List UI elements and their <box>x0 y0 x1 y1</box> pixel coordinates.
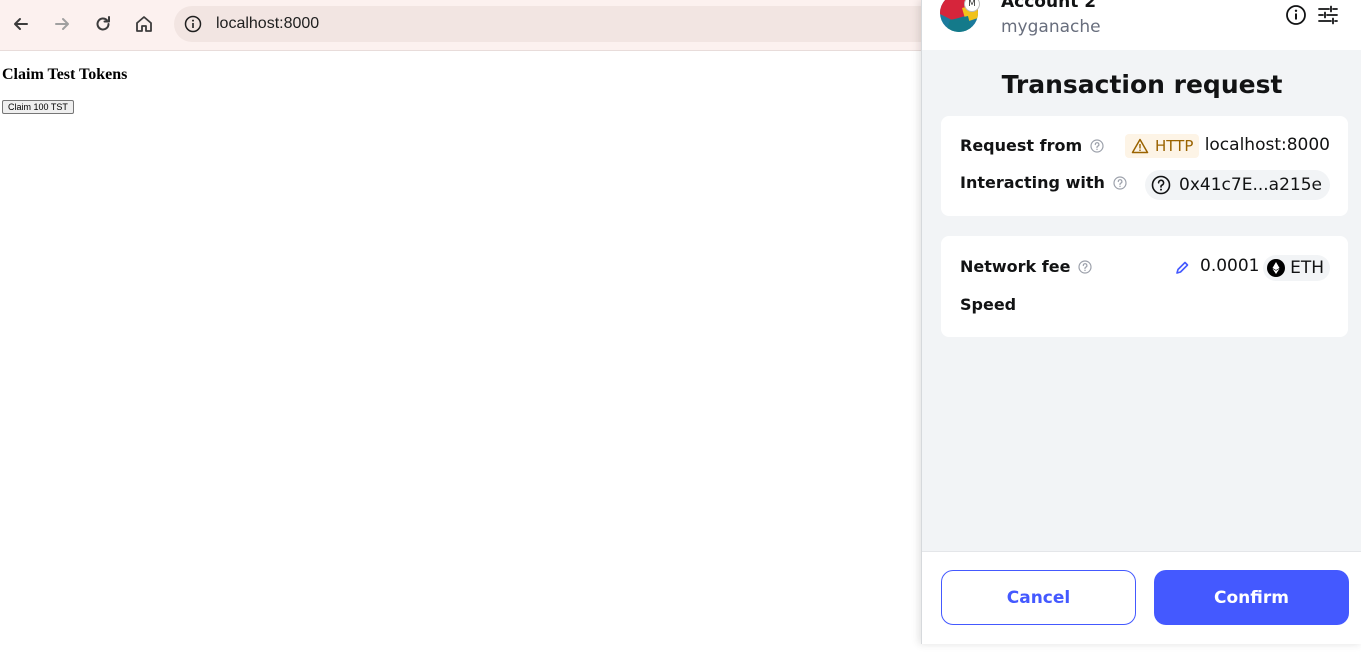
back-button[interactable] <box>9 12 33 36</box>
url-text[interactable]: localhost:8000 <box>216 6 319 42</box>
request-origin: localhost:8000 <box>1204 135 1330 155</box>
http-label: HTTP <box>1155 137 1194 155</box>
wallet-header: M Account 2 myganache <box>922 0 1361 50</box>
question-icon[interactable] <box>1090 138 1104 153</box>
network-fee-row: Network fee <box>960 257 1093 276</box>
wallet-popup: M Account 2 myganache Transaction reques… <box>921 0 1361 644</box>
speed-label: Speed <box>960 295 1017 314</box>
speed-row: Speed <box>960 295 1016 314</box>
reload-icon <box>96 16 110 31</box>
cancel-button[interactable]: Cancel <box>941 570 1136 625</box>
network-fee-label: Network fee <box>960 257 1071 276</box>
fee-currency-pill: ETH <box>1263 255 1330 281</box>
confirm-button[interactable]: Confirm <box>1154 570 1349 625</box>
question-icon[interactable] <box>1113 175 1127 190</box>
fee-currency: ETH <box>1290 258 1324 278</box>
ethereum-icon <box>1267 259 1286 277</box>
info-circle-icon[interactable] <box>1285 4 1307 26</box>
network-fee-amount: 0.0001 <box>1200 256 1260 276</box>
home-icon <box>136 16 152 32</box>
request-details-card: Request from HTTP localhost:8000 Interac… <box>941 116 1348 216</box>
home-button[interactable] <box>132 12 156 36</box>
question-icon[interactable] <box>1078 259 1093 274</box>
pencil-icon[interactable] <box>1174 260 1190 276</box>
http-warning-badge[interactable]: HTTP <box>1125 134 1200 158</box>
claim-tokens-button[interactable]: Claim 100 TST <box>2 100 74 114</box>
question-circle-icon <box>1151 175 1171 195</box>
interacting-with-row: Interacting with <box>960 173 1127 192</box>
wallet-footer: Cancel Confirm <box>922 551 1361 644</box>
contract-address-pill[interactable]: 0x41c7E...a215e <box>1145 170 1330 200</box>
transaction-title: Transaction request <box>1001 70 1283 99</box>
arrow-left-icon <box>14 18 28 30</box>
arrow-right-icon <box>55 18 69 30</box>
forward-button[interactable] <box>50 12 74 36</box>
interacting-with-label: Interacting with <box>960 173 1105 192</box>
info-icon[interactable] <box>184 15 202 33</box>
address-bar[interactable]: localhost:8000 <box>174 6 954 42</box>
network-name: myganache <box>1001 17 1101 37</box>
page-title: Claim Test Tokens <box>2 66 128 83</box>
request-from-row: Request from <box>960 136 1104 155</box>
contract-address: 0x41c7E...a215e <box>1179 175 1322 195</box>
network-fee-card: Network fee 0.0001 ETH Speed <box>941 236 1348 337</box>
reload-button[interactable] <box>91 12 115 36</box>
request-from-label: Request from <box>960 136 1083 155</box>
sliders-icon[interactable] <box>1317 4 1339 26</box>
warning-triangle-icon <box>1131 138 1149 154</box>
account-name[interactable]: Account 2 <box>1001 0 1096 12</box>
